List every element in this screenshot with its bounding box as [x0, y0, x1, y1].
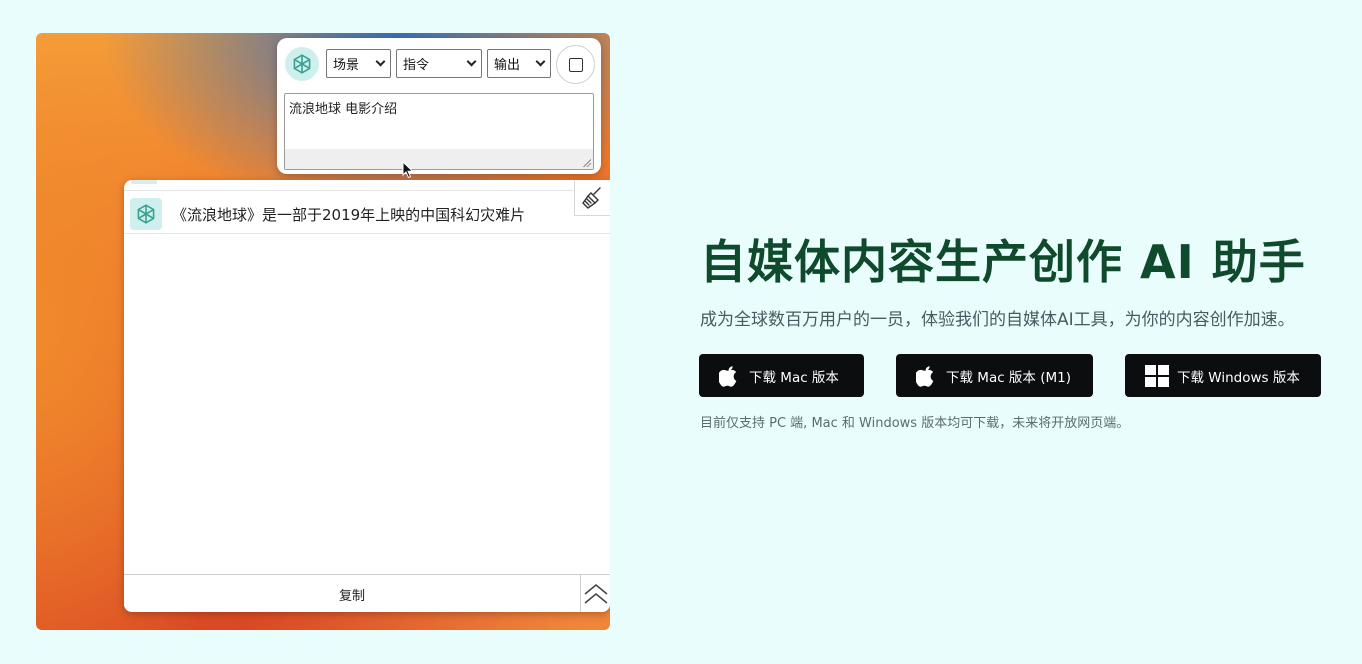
- answer-text: 《流浪地球》是一部于2019年上映的中国科幻灾难片: [172, 206, 526, 224]
- download-mac-m1-label: 下载 Mac 版本 (M1): [946, 369, 1071, 386]
- windows-icon: [1145, 364, 1169, 387]
- answer-item[interactable]: 《流浪地球》是一部于2019年上映的中国科幻灾难片: [124, 194, 610, 234]
- download-windows-label: 下载 Windows 版本: [1177, 369, 1300, 386]
- hero-title: 自媒体内容生产创作 AI 助手: [700, 235, 1306, 289]
- prompt-window: 场景 指令 输出 流浪地球 电影介绍: [277, 38, 601, 174]
- instruction-select-value: 指令: [403, 58, 430, 73]
- download-mac-m1-button[interactable]: 下载 Mac 版本 (M1): [896, 354, 1093, 397]
- mouse-cursor-icon: [402, 161, 414, 179]
- scene-select-value: 场景: [333, 58, 360, 73]
- tab-strip: [131, 180, 157, 184]
- app-demo-screenshot: 场景 指令 输出 流浪地球 电影介绍 《流浪地球》是一部于2019年上映的中国科…: [36, 33, 610, 630]
- textarea-scrollbar[interactable]: [285, 149, 593, 169]
- output-select-value: 输出: [494, 58, 521, 73]
- divider: [124, 190, 610, 191]
- collapse-button[interactable]: [580, 575, 610, 612]
- clear-button[interactable]: [574, 180, 610, 216]
- answer-footer: 复制: [124, 574, 610, 612]
- hero-subtitle: 成为全球数百万用户的一员，体验我们的自媒体AI工具，为你的内容创作加速。: [700, 310, 1295, 330]
- download-mac-button[interactable]: 下载 Mac 版本: [699, 354, 864, 397]
- double-chevron-up-icon: [584, 584, 607, 604]
- download-windows-button[interactable]: 下载 Windows 版本: [1125, 354, 1321, 397]
- chevron-down-icon: [535, 56, 546, 67]
- prompt-text-value: 流浪地球 电影介绍: [289, 102, 398, 117]
- platform-note: 目前仅支持 PC 端, Mac 和 Windows 版本均可下载，未来将开放网页…: [700, 416, 1130, 431]
- prompt-textarea[interactable]: 流浪地球 电影介绍: [284, 93, 594, 170]
- download-mac-label: 下载 Mac 版本: [749, 369, 839, 386]
- instruction-select[interactable]: 指令: [396, 49, 482, 78]
- apple-icon: [719, 365, 737, 387]
- chevron-down-icon: [375, 56, 386, 67]
- broom-icon: [581, 186, 601, 209]
- openai-logo-icon: [285, 47, 319, 81]
- apple-icon: [916, 365, 934, 387]
- copy-button[interactable]: 复制: [124, 575, 580, 612]
- scene-select[interactable]: 场景: [326, 49, 391, 78]
- copy-button-label: 复制: [338, 588, 365, 604]
- chevron-down-icon: [466, 56, 477, 67]
- stop-button[interactable]: [556, 45, 595, 84]
- resize-grip-icon[interactable]: [582, 158, 591, 167]
- answer-window: 《流浪地球》是一部于2019年上映的中国科幻灾难片 复制: [124, 180, 610, 612]
- square-icon: [568, 57, 583, 72]
- openai-logo-icon: [130, 198, 162, 230]
- output-select[interactable]: 输出: [487, 49, 551, 78]
